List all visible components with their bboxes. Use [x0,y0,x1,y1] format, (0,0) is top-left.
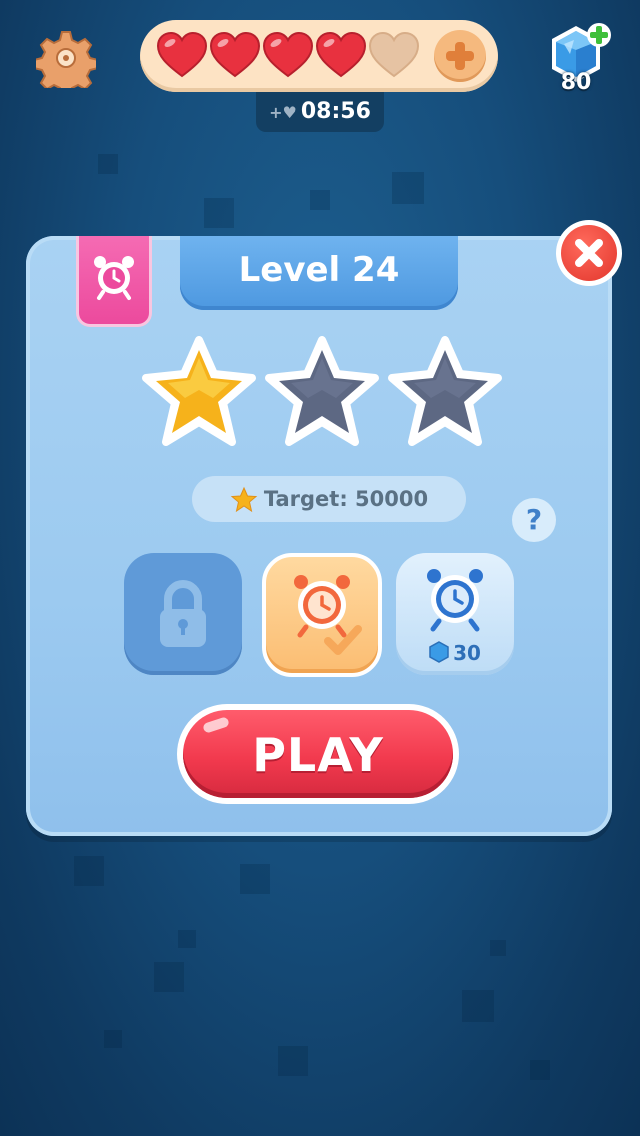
heart-full-icon [315,31,367,78]
lives-hearts [156,31,420,78]
star-earned-icon [140,336,258,450]
play-label: PLAY [252,728,384,782]
plus-icon [446,42,474,70]
price-value: 30 [453,641,481,665]
background-tile [74,856,104,886]
background-tile [178,930,196,948]
small-gem-icon [429,641,449,663]
background-tile [490,940,506,956]
settings-gear-icon[interactable] [33,28,99,97]
timed-level-ribbon [76,236,152,327]
close-icon [575,239,603,267]
level-title: Level 24 [238,250,400,290]
booster-price: 30 [396,641,514,665]
level-title-tab: Level 24 [180,236,458,310]
orange-alarm-clock-icon [294,575,362,655]
lock-icon [160,580,206,647]
star-empty-icon [263,336,381,450]
plus-heart-icon: +♥ [269,103,297,122]
booster-alarm-clock-buy[interactable]: 30 [396,553,514,675]
help-button[interactable]: ? [512,498,556,542]
add-gems-plus-icon[interactable] [586,22,612,48]
background-tile [98,154,118,174]
background-tile [278,1046,308,1076]
heart-full-icon [156,31,208,78]
background-tile [204,198,234,228]
timer-text: 08:56 [300,99,371,124]
gem-count: 80 [560,70,592,95]
lives-bar [140,20,498,92]
background-tile [104,1030,122,1048]
background-tile [240,864,270,894]
booster-alarm-clock-selected[interactable] [262,553,382,677]
target-label: Target: 50000 [263,487,429,511]
target-score: Target: 50000 [192,476,466,522]
close-button[interactable] [556,220,622,286]
help-label: ? [525,503,543,536]
background-tile [154,962,184,992]
heart-full-icon [262,31,314,78]
add-lives-button[interactable] [434,30,486,82]
background-tile [462,990,494,1022]
small-star-icon [230,484,258,513]
heart-empty-icon [368,31,420,78]
alarm-clock-icon [94,256,134,300]
background-tile [530,1060,550,1080]
background-tile [392,172,424,204]
play-button[interactable]: PLAY [177,704,459,804]
background-tile [310,190,330,210]
life-refill-timer: +♥ 08:56 [256,92,384,132]
booster-locked[interactable] [124,553,242,675]
heart-full-icon [209,31,261,78]
star-empty-icon [386,336,504,450]
